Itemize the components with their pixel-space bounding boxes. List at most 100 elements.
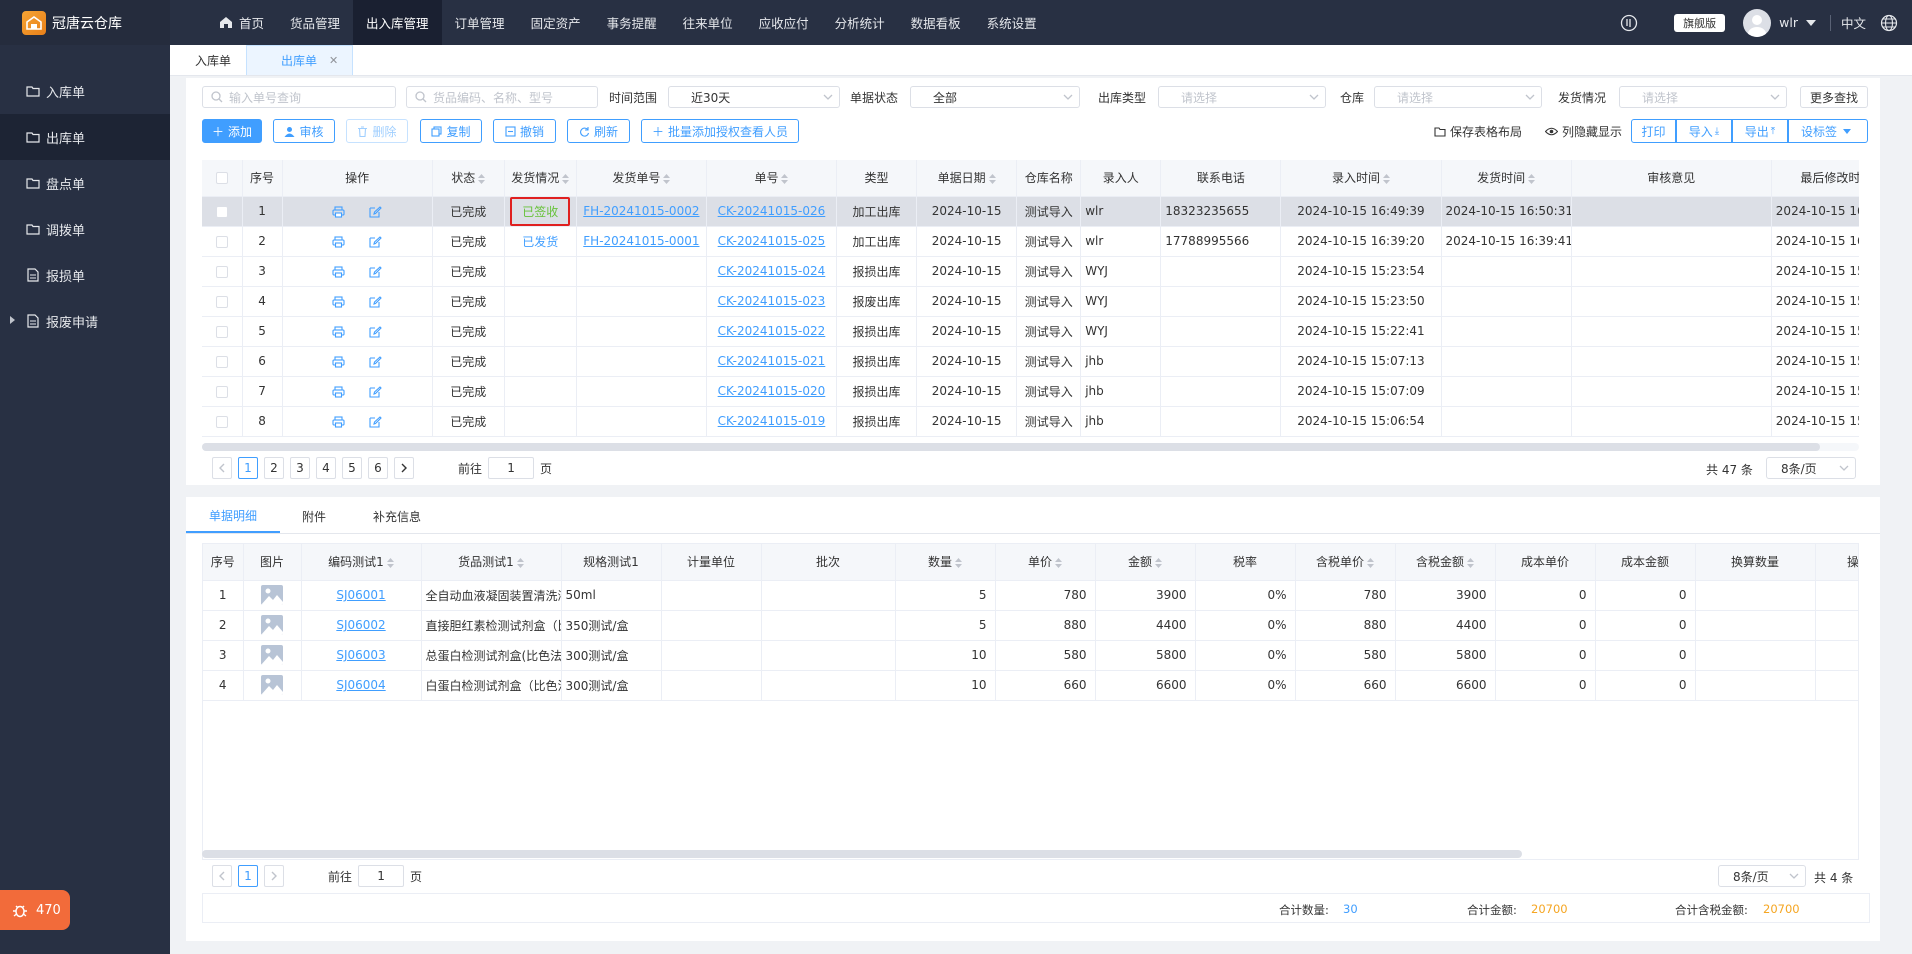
table-row[interactable]: 7 已完成 CK-20241015-020 报损出库 2024-10-15 测试导入 jhb…: [202, 376, 1859, 407]
table-row[interactable]: 1 已完成 已签收 FH-20241015-0002 CK-20241015-026 加工…: [202, 196, 1859, 227]
status-select[interactable]: 全部: [910, 86, 1080, 108]
close-icon[interactable]: ✕: [329, 54, 338, 67]
column-header[interactable]: 单据日期: [916, 160, 1018, 197]
order-no-link[interactable]: CK-20241015-022: [718, 324, 826, 338]
order-no-link[interactable]: CK-20241015-025: [718, 234, 826, 248]
column-header[interactable]: 换算数量: [1695, 544, 1816, 581]
settings-circle-icon[interactable]: [1620, 14, 1638, 32]
table-row[interactable]: 2 已完成 已发货 FH-20241015-0001 CK-20241015-025 加工…: [202, 226, 1859, 257]
column-header[interactable]: 序号: [242, 160, 283, 197]
ship-status-select[interactable]: 请选择: [1619, 86, 1787, 108]
column-header[interactable]: 状态: [432, 160, 505, 197]
column-header[interactable]: 金额: [1095, 544, 1196, 581]
main-page-size-select[interactable]: 8条/页: [1766, 457, 1856, 479]
order-no-link[interactable]: CK-20241015-021: [718, 354, 826, 368]
order-no-search-input[interactable]: 输入单号查询: [202, 86, 396, 108]
sidebar-item-damage[interactable]: 报损单: [0, 252, 170, 298]
print-icon[interactable]: [332, 235, 345, 248]
image-placeholder-icon[interactable]: [261, 585, 283, 605]
order-no-link[interactable]: CK-20241015-023: [718, 294, 826, 308]
column-header[interactable]: 税率: [1195, 544, 1296, 581]
tab-outbound[interactable]: 出库单 ✕: [246, 45, 354, 75]
revoke-button[interactable]: 撤销: [493, 119, 556, 143]
row-checkbox[interactable]: [202, 346, 243, 377]
sidebar-item-inbound[interactable]: 入库单: [0, 68, 170, 114]
goods-search-input[interactable]: 货品编码、名称、型号: [406, 86, 598, 108]
column-header[interactable]: 批次: [761, 544, 896, 581]
page-button[interactable]: 1: [238, 865, 258, 887]
detail-page-size-select[interactable]: 8条/页: [1718, 865, 1806, 887]
image-placeholder-icon[interactable]: [261, 615, 283, 635]
column-header[interactable]: 录入人: [1080, 160, 1162, 197]
edit-icon[interactable]: [369, 415, 382, 428]
nav-partners[interactable]: 往来单位: [670, 0, 746, 45]
goods-code-link[interactable]: SJ06003: [336, 648, 385, 662]
edition-badge[interactable]: 旗舰版: [1674, 13, 1726, 32]
goods-code-link[interactable]: SJ06002: [336, 618, 385, 632]
table-row[interactable]: 3 已完成 CK-20241015-024 报损出库 2024-10-15 测试导入 WYJ…: [202, 256, 1859, 287]
edit-icon[interactable]: [369, 295, 382, 308]
edit-icon[interactable]: [369, 325, 382, 338]
print-icon[interactable]: [332, 385, 345, 398]
order-no-link[interactable]: CK-20241015-024: [718, 264, 826, 278]
export-button[interactable]: 导出 ⤒: [1732, 119, 1788, 143]
nav-inout[interactable]: 出入库管理: [353, 0, 442, 45]
column-header[interactable]: 审核意见: [1571, 160, 1772, 197]
time-range-select[interactable]: 近30天: [668, 86, 840, 108]
row-checkbox[interactable]: [202, 196, 243, 227]
out-type-select[interactable]: 请选择: [1158, 86, 1326, 108]
column-header[interactable]: 类型: [836, 160, 918, 197]
image-placeholder-icon[interactable]: [261, 675, 283, 695]
tab-inbound[interactable]: 入库单: [180, 45, 246, 75]
column-header[interactable]: 最后修改时间: [1771, 160, 1859, 197]
sidebar-item-inventory[interactable]: 盘点单: [0, 160, 170, 206]
nav-home[interactable]: 首页: [206, 0, 277, 45]
page-button[interactable]: 5: [342, 457, 362, 479]
prev-page-button[interactable]: [212, 457, 232, 479]
refresh-button[interactable]: 刷新: [567, 119, 630, 143]
bug-report-button[interactable]: 470: [0, 890, 70, 930]
nav-analytics[interactable]: 分析统计: [822, 0, 898, 45]
save-layout-button[interactable]: 保存表格布局: [1434, 123, 1522, 140]
sidebar-item-outbound[interactable]: 出库单: [0, 114, 170, 160]
nav-orders[interactable]: 订单管理: [442, 0, 518, 45]
column-header[interactable]: 单价: [995, 544, 1096, 581]
next-page-button[interactable]: [264, 865, 284, 887]
audit-button[interactable]: 审核: [273, 119, 335, 143]
column-header[interactable]: 仓库名称: [1016, 160, 1082, 197]
nav-reminders[interactable]: 事务提醒: [594, 0, 670, 45]
row-checkbox[interactable]: [202, 406, 243, 437]
column-header[interactable]: 录入时间: [1280, 160, 1442, 197]
column-header[interactable]: 操作: [1815, 544, 1858, 581]
next-page-button[interactable]: [394, 457, 414, 479]
goods-code-link[interactable]: SJ06001: [336, 588, 385, 602]
table-row[interactable]: 3 SJ06003 总蛋白检测试剂盒(比色法) 300测试/盒 10 580 5800 0% 5…: [203, 640, 1858, 671]
column-header[interactable]: 规格测试1: [561, 544, 662, 581]
table-row[interactable]: 6 已完成 CK-20241015-021 报损出库 2024-10-15 测试导入 jhb…: [202, 346, 1859, 377]
print-icon[interactable]: [332, 325, 345, 338]
print-icon[interactable]: [332, 295, 345, 308]
column-header[interactable]: 图片: [243, 544, 302, 581]
order-no-link[interactable]: CK-20241015-026: [718, 204, 826, 218]
set-tag-dropdown[interactable]: 设标签: [1788, 119, 1868, 143]
page-button[interactable]: 1: [238, 457, 258, 479]
more-search-button[interactable]: 更多查找: [1800, 86, 1868, 108]
column-header[interactable]: 成本单价: [1495, 544, 1596, 581]
column-header[interactable]: 编码测试1: [301, 544, 422, 581]
ship-no-link[interactable]: FH-20241015-0002: [583, 204, 699, 218]
goto-page-input[interactable]: 1: [358, 865, 405, 887]
print-icon[interactable]: [332, 415, 345, 428]
column-header[interactable]: 操作: [282, 160, 433, 197]
table-row[interactable]: 5 已完成 CK-20241015-022 报损出库 2024-10-15 测试导入 WYJ…: [202, 316, 1859, 347]
table-row[interactable]: 1 SJ06001 全自动血液凝固装置清洗液 50ml 5 780 3900 0% 780 390…: [203, 580, 1858, 611]
tab-detail[interactable]: 单据明细: [186, 499, 280, 533]
column-header[interactable]: 含税金额: [1395, 544, 1496, 581]
detail-horizontal-scrollbar[interactable]: [202, 850, 1522, 858]
ship-no-link[interactable]: FH-20241015-0001: [583, 234, 699, 248]
row-checkbox[interactable]: [202, 316, 243, 347]
edit-icon[interactable]: [369, 235, 382, 248]
print-button[interactable]: 打印: [1631, 119, 1676, 143]
column-header[interactable]: 发货时间: [1441, 160, 1572, 197]
edit-icon[interactable]: [369, 205, 382, 218]
select-all-checkbox[interactable]: [202, 160, 243, 197]
